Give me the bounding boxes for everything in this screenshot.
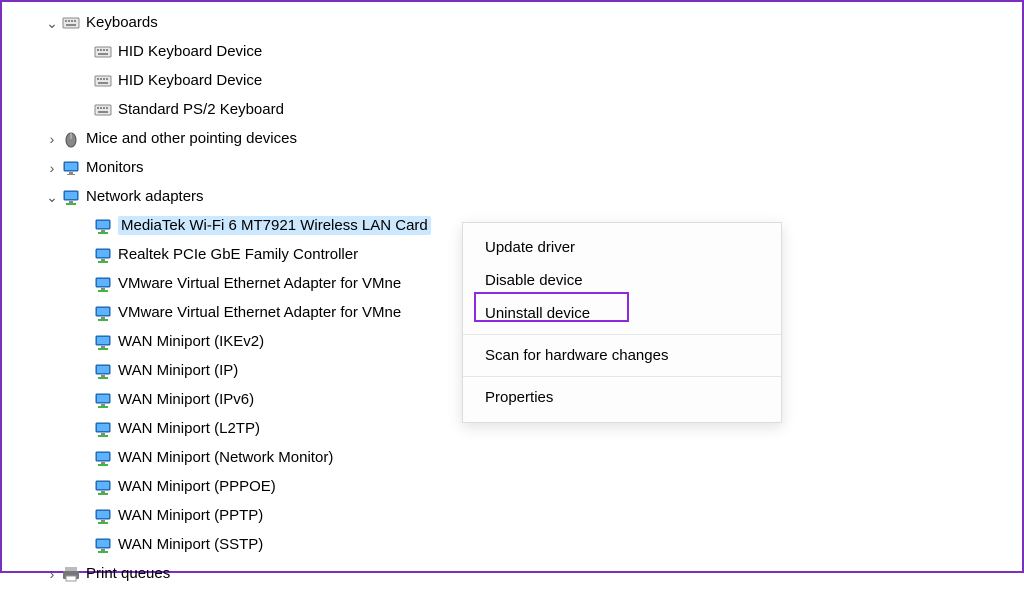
- device-label: VMware Virtual Ethernet Adapter for VMne: [118, 275, 401, 292]
- category-label: Print queues: [86, 565, 170, 582]
- network-icon: [94, 449, 112, 467]
- category-label: Keyboards: [86, 14, 158, 31]
- device-label: HID Keyboard Device: [118, 72, 262, 89]
- chevron-right-icon[interactable]: [44, 566, 60, 582]
- network-icon: [94, 217, 112, 235]
- category-label: Network adapters: [86, 188, 204, 205]
- keyboard-icon: [94, 72, 112, 90]
- menu-disable-device[interactable]: Disable device: [463, 264, 781, 297]
- monitor-icon: [62, 159, 80, 177]
- device-item[interactable]: WAN Miniport (PPTP): [18, 501, 1022, 530]
- network-icon: [94, 246, 112, 264]
- category-label: Monitors: [86, 159, 144, 176]
- device-label: WAN Miniport (L2TP): [118, 420, 260, 437]
- network-icon: [94, 507, 112, 525]
- category-keyboards[interactable]: Keyboards: [18, 8, 1022, 37]
- mouse-icon: [62, 130, 80, 148]
- category-print-queues[interactable]: Print queues: [18, 559, 1022, 588]
- chevron-down-icon[interactable]: [44, 189, 60, 205]
- menu-separator: [463, 376, 781, 377]
- device-label: WAN Miniport (Network Monitor): [118, 449, 333, 466]
- device-item[interactable]: HID Keyboard Device: [18, 66, 1022, 95]
- network-icon: [94, 478, 112, 496]
- network-icon: [94, 391, 112, 409]
- device-label: Standard PS/2 Keyboard: [118, 101, 284, 118]
- device-item[interactable]: WAN Miniport (SSTP): [18, 530, 1022, 559]
- menu-uninstall-device[interactable]: Uninstall device: [463, 297, 781, 330]
- chevron-right-icon[interactable]: [44, 160, 60, 176]
- menu-properties[interactable]: Properties: [463, 381, 781, 414]
- context-menu: Update driver Disable device Uninstall d…: [462, 222, 782, 423]
- device-label: WAN Miniport (IP): [118, 362, 238, 379]
- network-icon: [94, 536, 112, 554]
- keyboard-icon: [94, 43, 112, 61]
- category-mice[interactable]: Mice and other pointing devices: [18, 124, 1022, 153]
- network-icon: [94, 420, 112, 438]
- device-item[interactable]: WAN Miniport (Network Monitor): [18, 443, 1022, 472]
- network-icon: [94, 362, 112, 380]
- chevron-down-icon[interactable]: [44, 15, 60, 31]
- keyboard-icon: [94, 101, 112, 119]
- menu-update-driver[interactable]: Update driver: [463, 231, 781, 264]
- category-network-adapters[interactable]: Network adapters: [18, 182, 1022, 211]
- device-item[interactable]: HID Keyboard Device: [18, 37, 1022, 66]
- menu-scan-hardware[interactable]: Scan for hardware changes: [463, 339, 781, 372]
- network-icon: [62, 188, 80, 206]
- device-label: Realtek PCIe GbE Family Controller: [118, 246, 358, 263]
- category-monitors[interactable]: Monitors: [18, 153, 1022, 182]
- device-label: WAN Miniport (IPv6): [118, 391, 254, 408]
- network-icon: [94, 304, 112, 322]
- printer-icon: [62, 565, 80, 583]
- network-icon: [94, 275, 112, 293]
- network-icon: [94, 333, 112, 351]
- device-label: WAN Miniport (PPPOE): [118, 478, 276, 495]
- category-label: Mice and other pointing devices: [86, 130, 297, 147]
- menu-separator: [463, 334, 781, 335]
- device-label: WAN Miniport (PPTP): [118, 507, 263, 524]
- device-label: WAN Miniport (IKEv2): [118, 333, 264, 350]
- device-label: MediaTek Wi-Fi 6 MT7921 Wireless LAN Car…: [118, 216, 431, 235]
- keyboard-icon: [62, 14, 80, 32]
- device-label: HID Keyboard Device: [118, 43, 262, 60]
- device-item[interactable]: WAN Miniport (PPPOE): [18, 472, 1022, 501]
- device-label: VMware Virtual Ethernet Adapter for VMne: [118, 304, 401, 321]
- device-label: WAN Miniport (SSTP): [118, 536, 263, 553]
- device-item[interactable]: Standard PS/2 Keyboard: [18, 95, 1022, 124]
- chevron-right-icon[interactable]: [44, 131, 60, 147]
